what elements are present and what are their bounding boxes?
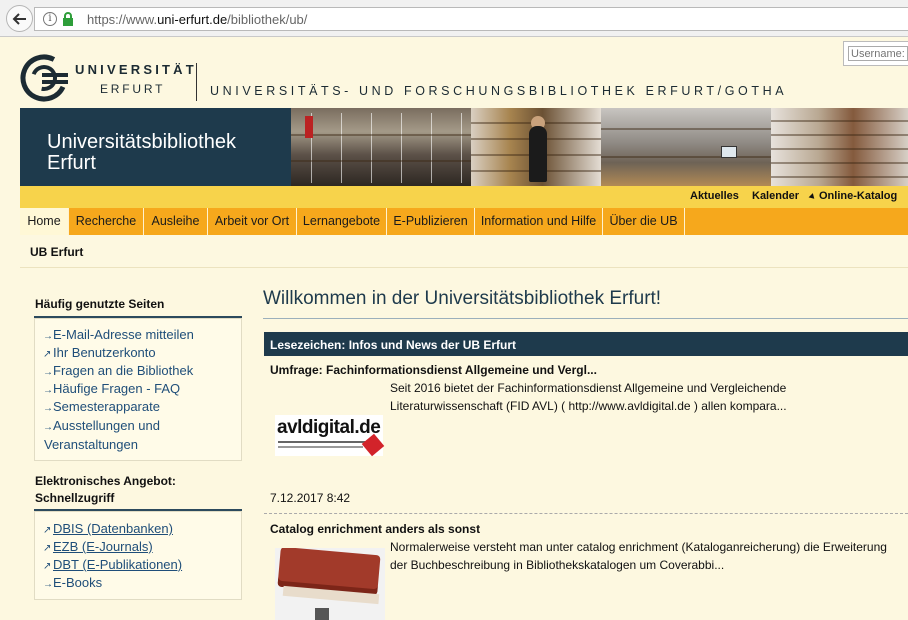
link-online-katalog[interactable]: Online-Katalog (819, 190, 897, 202)
username-input[interactable] (848, 46, 908, 61)
sidebar-box2-title-line2: Schnellzugriff (35, 491, 115, 505)
nav-ausleihe[interactable]: Ausleihe (144, 208, 208, 235)
banner-title: Universitätsbibliothek Erfurt (47, 131, 236, 174)
news-item-image-avldigital[interactable]: avldigital.de (275, 415, 385, 457)
page-title: Willkommen in der Universitätsbibliothek… (263, 288, 662, 309)
address-bar[interactable]: i https://www.uni-erfurt.de/bibliothek/u… (34, 7, 908, 31)
nav-lernangebote[interactable]: Lernangebote (297, 208, 387, 235)
back-button[interactable] (6, 5, 33, 32)
header-banner: Universitätsbibliothek Erfurt (20, 108, 908, 186)
news-item-text-line2: Literaturwissenschaft (FID AVL) ( http:/… (390, 399, 787, 413)
browser-toolbar: i https://www.uni-erfurt.de/bibliothek/u… (0, 0, 908, 37)
news-section-header: Lesezeichen: Infos und News der UB Erfur… (264, 332, 908, 356)
banner-photo-building (291, 108, 471, 186)
divider (263, 318, 908, 319)
arrow-icon (808, 193, 817, 201)
nav-arbeit-vor-ort[interactable]: Arbeit vor Ort (208, 208, 297, 235)
sidebar-link-exhibitions[interactable]: →Ausstellungen und (43, 417, 160, 437)
nav-information-und-hilfe[interactable]: Information und Hilfe (475, 208, 603, 235)
main-navigation: Home Recherche Ausleihe Arbeit vor Ort L… (20, 208, 908, 235)
sidebar-box1-title: Häufig genutzte Seiten (35, 297, 165, 311)
news-item-title[interactable]: Catalog enrichment anders als sonst (270, 522, 480, 536)
news-item-text-line1: Seit 2016 bietet der Fachinformationsdie… (390, 381, 787, 395)
news-item-date: 7.12.2017 8:42 (270, 491, 351, 505)
service-links-bar: Aktuelles Kalender Online-Katalog (20, 186, 908, 208)
arrow-right-icon: → (43, 403, 53, 414)
sidebar-box2-title-line1: Elektronisches Angebot: (35, 474, 176, 488)
arrow-right-icon: → (43, 579, 53, 590)
link-kalender[interactable]: Kalender (752, 190, 799, 202)
sidebar-link-faq[interactable]: →Häufige Fragen - FAQ (43, 380, 180, 400)
news-item-title[interactable]: Umfrage: Fachinformationsdienst Allgemei… (270, 363, 597, 377)
sidebar-link-ebooks[interactable]: →E-Books (43, 574, 102, 594)
news-item-text-line1: Normalerweise versteht man unter catalog… (390, 540, 887, 554)
sidebar-link-ezb[interactable]: ↗ EZB (E-Journals) (43, 538, 153, 558)
library-header-title: UNIVERSITÄTS- UND FORSCHUNGSBIBLIOTHEK E… (210, 84, 788, 98)
breadcrumb: UB Erfurt (30, 245, 84, 259)
nav-ueber-die-ub[interactable]: Über die UB (603, 208, 685, 235)
nav-e-publizieren[interactable]: E-Publizieren (387, 208, 475, 235)
news-item-image-book[interactable] (275, 548, 385, 620)
nav-home[interactable]: Home (20, 208, 69, 235)
avldigital-logo-text: avldigital.de (277, 417, 381, 438)
banner-photo-reading-room (601, 108, 771, 186)
arrow-right-icon: → (43, 422, 53, 433)
sidebar-link-account[interactable]: ↗ Ihr Benutzerkonto (43, 344, 156, 364)
logo-text-universitaet: UNIVERSITÄT (75, 62, 197, 77)
banner-photo-reader (471, 108, 601, 186)
url-text: https://www.uni-erfurt.de/bibliothek/ub/ (87, 12, 308, 27)
divider (264, 513, 908, 514)
logo-divider (196, 63, 197, 101)
sidebar-link-questions[interactable]: →Fragen an die Bibliothek (43, 362, 193, 382)
banner-title-block: Universitätsbibliothek Erfurt (20, 108, 291, 186)
sidebar-link-dbt[interactable]: ↗ DBT (E-Publikationen) (43, 556, 182, 576)
logo-text-erfurt: ERFURT (100, 82, 166, 96)
info-icon[interactable]: i (43, 12, 57, 26)
divider (20, 267, 908, 268)
sidebar-link-semesterapparate[interactable]: →Semesterapparate (43, 398, 160, 418)
login-box (843, 41, 908, 66)
news-item-text-line2: der Buchbeschreibung in Bibliothekskatal… (390, 558, 725, 572)
lock-icon (63, 12, 73, 26)
sidebar-link-email[interactable]: →E-Mail-Adresse mitteilen (43, 326, 194, 346)
link-aktuelles[interactable]: Aktuelles (690, 190, 739, 202)
university-logo-icon[interactable] (20, 53, 68, 103)
nav-recherche[interactable]: Recherche (69, 208, 144, 235)
sidebar-link-events[interactable]: Veranstaltungen (44, 436, 138, 454)
web-page: UNIVERSITÄT ERFURT UNIVERSITÄTS- UND FOR… (0, 38, 908, 620)
sidebar-link-dbis[interactable]: ↗ DBIS (Datenbanken) (43, 520, 173, 540)
banner-photo-shelves (771, 108, 908, 186)
back-arrow-icon (12, 13, 26, 25)
